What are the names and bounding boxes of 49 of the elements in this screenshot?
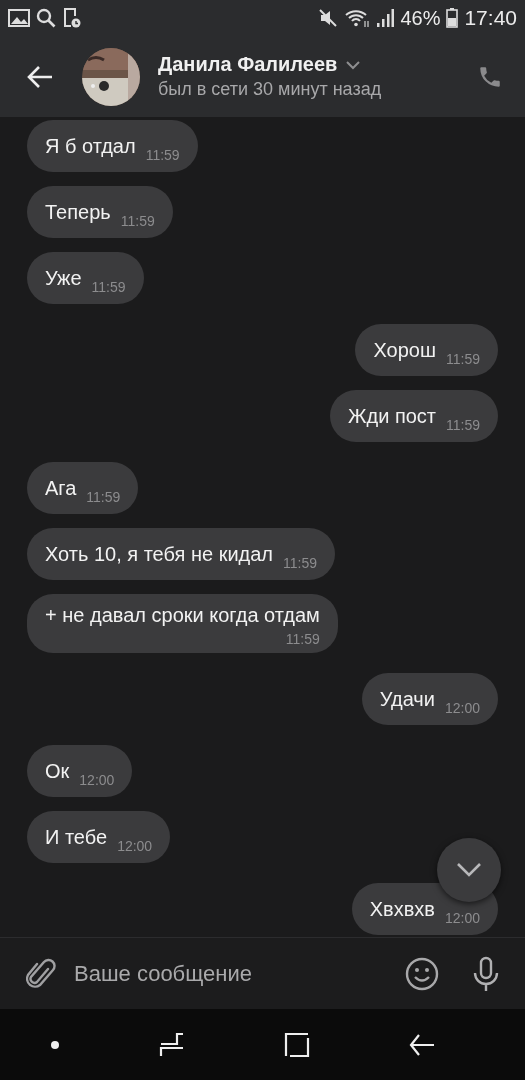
message-time: 11:59 — [86, 489, 121, 505]
chevron-down-icon — [456, 862, 482, 878]
smiley-icon — [405, 956, 439, 991]
battery-percent: 46% — [400, 6, 441, 30]
message-text: Хоть 10, я тебя не кидал — [45, 542, 274, 566]
message-input-field[interactable]: Ваше сообщение — [70, 954, 391, 993]
picture-icon — [8, 8, 30, 28]
attach-button[interactable] — [26, 956, 56, 991]
message-text: + не давал сроки когда отдам — [45, 604, 320, 627]
search-icon — [36, 8, 56, 28]
emoji-button[interactable] — [405, 956, 439, 991]
message-text: Теперь — [45, 200, 111, 224]
wifi-icon — [344, 8, 371, 28]
document-clock-icon — [62, 7, 82, 29]
message-time: 11:59 — [285, 631, 320, 647]
message-time: 11:59 — [91, 279, 126, 295]
chevron-down-icon[interactable] — [345, 59, 362, 70]
message-time: 12:00 — [444, 910, 480, 926]
message-text: И тебе — [45, 825, 108, 849]
message-text: Ок — [45, 759, 70, 783]
recent-apps-icon[interactable] — [158, 1031, 185, 1058]
contact-name[interactable]: Данила Фалилеев — [158, 53, 338, 76]
message-time: 12:00 — [444, 700, 480, 716]
message-time: 12:00 — [117, 838, 153, 854]
message-text: Жди пост — [348, 404, 436, 428]
battery-icon — [446, 8, 459, 28]
message-time: 12:00 — [79, 772, 115, 788]
message-time: 11:59 — [283, 555, 318, 571]
signal-icon — [376, 8, 395, 28]
dot-icon[interactable] — [49, 1039, 60, 1050]
message-text: Удачи — [379, 687, 435, 711]
message-time: 11:59 — [446, 417, 480, 433]
message-time: 11:59 — [446, 351, 480, 367]
clock-time: 17:40 — [464, 6, 517, 30]
message-text: Хорош — [373, 338, 436, 362]
message-text: Уже — [45, 266, 82, 290]
mute-icon — [318, 8, 339, 28]
message-text: Я б отдал — [45, 134, 136, 158]
message-time: 11:59 — [145, 147, 180, 163]
microphone-button[interactable] — [471, 955, 501, 992]
home-icon[interactable] — [284, 1031, 311, 1058]
paperclip-icon — [26, 956, 56, 991]
last-seen-status: был в сети 30 минут назад — [158, 79, 383, 100]
back-button[interactable] — [26, 64, 54, 89]
back-arrow-icon — [26, 64, 54, 89]
message-time: 11:59 — [120, 213, 155, 229]
message-text: Ага — [45, 476, 77, 500]
message-text: Хвхвхв — [369, 897, 435, 921]
microphone-icon — [471, 955, 501, 992]
